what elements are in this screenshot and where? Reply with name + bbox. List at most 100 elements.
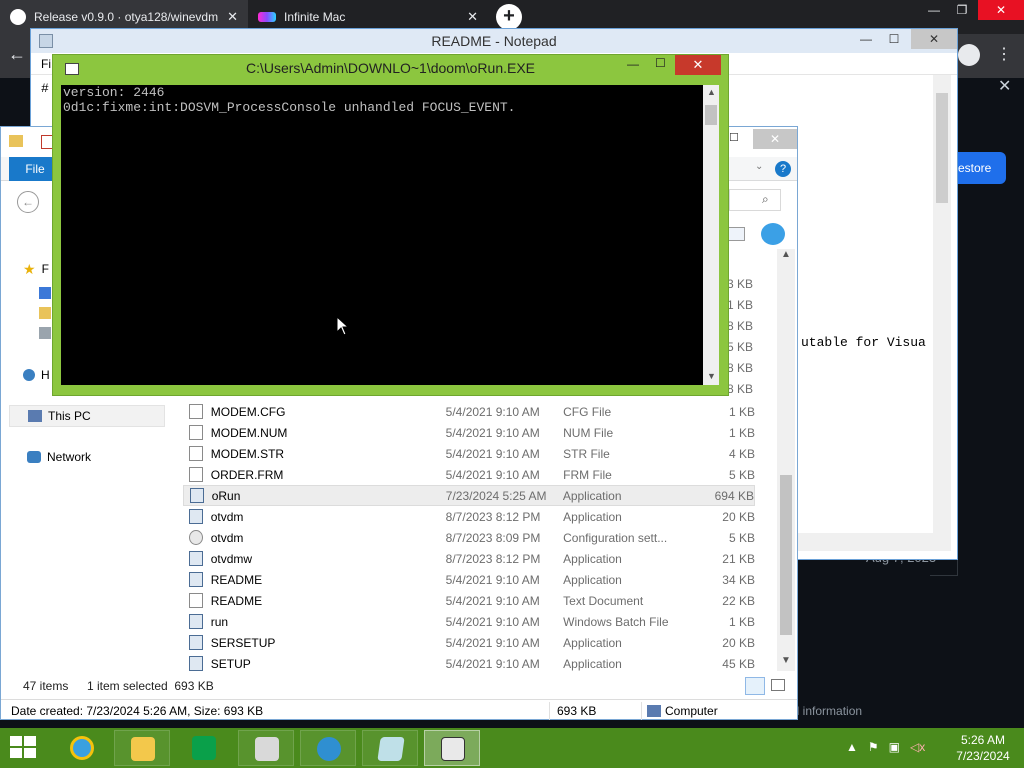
view-pane-icon[interactable] (727, 227, 745, 241)
folder-icon (131, 737, 155, 761)
file-row[interactable]: SETUP 5/4/2021 9:10 AM Application 45 KB (183, 653, 755, 674)
nav-favorites-label: F (41, 262, 49, 276)
file-name: run (210, 614, 229, 629)
scroll-down-icon[interactable]: ▼ (781, 655, 791, 666)
file-name: MODEM.CFG (210, 404, 286, 419)
file-type: Application (563, 656, 622, 671)
file-name: otvdmw (210, 551, 253, 566)
taskbar-store[interactable] (176, 730, 232, 766)
nav-network[interactable]: Network (23, 447, 91, 467)
text-document-icon (189, 593, 203, 608)
document-icon (189, 404, 203, 419)
file-name: otvdm (210, 509, 244, 524)
file-row[interactable]: SERSETUP 5/4/2021 9:10 AM Application 20… (183, 632, 755, 653)
start-button[interactable] (10, 736, 38, 760)
file-type: Configuration sett... (563, 530, 668, 545)
file-type: FRM File (563, 467, 612, 482)
scroll-up-icon[interactable]: ▲ (707, 87, 716, 97)
notepad-text: # (41, 81, 49, 96)
nav-homegroup[interactable]: H (23, 365, 50, 385)
file-type: Application (563, 572, 622, 587)
notepad-close-button[interactable]: ✕ (911, 29, 957, 49)
scrollbar-thumb[interactable] (780, 475, 792, 635)
file-row[interactable]: MODEM.CFG 5/4/2021 9:10 AM CFG File 1 KB (183, 401, 755, 422)
status-bar: 47 items 1 item selected 693 KB (1, 675, 797, 697)
taskbar-notepad[interactable] (362, 730, 418, 766)
nav-this-pc[interactable]: This PC (9, 405, 165, 427)
windows-logo-pane (10, 748, 22, 758)
taskbar-app-box[interactable] (238, 730, 294, 766)
desktop-icon[interactable] (39, 287, 51, 299)
file-row[interactable]: MODEM.STR 5/4/2021 9:10 AM STR File 4 KB (183, 443, 755, 464)
downloads-icon[interactable] (39, 307, 51, 319)
console-output[interactable]: version: 2446 0d1c:fixme:int:DOSVM_Proce… (61, 85, 703, 385)
file-type: STR File (563, 446, 610, 461)
file-row[interactable]: otvdmw 8/7/2023 8:12 PM Application 21 K… (183, 548, 755, 569)
tab-close-icon[interactable]: ✕ (467, 9, 478, 25)
legal-information-link[interactable]: al information (790, 704, 862, 718)
volume-muted-icon[interactable]: ◁x (910, 740, 925, 754)
browser-maximize-button[interactable]: ❐ (946, 0, 978, 20)
document-icon (189, 425, 203, 440)
console-close-button[interactable]: ✕ (675, 55, 721, 75)
console-scrollbar[interactable]: ▲ ▼ (703, 85, 719, 385)
file-size: 45 KB (722, 656, 755, 671)
taskbar: ▲ ⚑ ▣ ◁x 5:26 AM 7/23/2024 (0, 728, 1024, 768)
file-size: 5 KB (728, 467, 755, 482)
notepad-maximize-button[interactable]: ☐ (879, 29, 909, 49)
file-row[interactable]: otvdm 8/7/2023 8:12 PM Application 20 KB (183, 506, 755, 527)
nav-favorites[interactable]: ★ F (23, 259, 49, 279)
notepad-minimize-button[interactable]: — (851, 29, 881, 49)
file-date: 5/4/2021 9:10 AM (445, 593, 540, 608)
taskbar-console[interactable] (424, 730, 480, 766)
file-row[interactable]: run 5/4/2021 9:10 AM Windows Batch File … (183, 611, 755, 632)
show-hidden-icons-icon[interactable]: ▲ (846, 740, 858, 754)
taskbar-browser[interactable] (300, 730, 356, 766)
large-icons-view-icon[interactable] (771, 679, 785, 691)
console-minimize-button[interactable]: — (627, 57, 639, 71)
divider (641, 702, 642, 720)
file-row[interactable]: README 5/4/2021 9:10 AM Text Document 22… (183, 590, 755, 611)
profile-avatar-icon[interactable] (958, 44, 980, 66)
tab-close-icon[interactable]: ✕ (227, 9, 238, 25)
shell-icon[interactable] (761, 223, 785, 245)
close-icon[interactable]: ✕ (998, 76, 1011, 96)
taskbar-file-explorer[interactable] (114, 730, 170, 766)
back-button[interactable]: ← (17, 191, 39, 213)
file-row[interactable]: otvdm 8/7/2023 8:09 PM Configuration set… (183, 527, 755, 548)
help-icon[interactable]: ? (775, 161, 791, 177)
notepad-vertical-scrollbar[interactable] (933, 75, 951, 535)
scroll-up-icon[interactable]: ▲ (781, 249, 791, 260)
system-tray: ▲ ⚑ ▣ ◁x (846, 740, 925, 754)
notepad-menu-file[interactable]: Fi (41, 57, 51, 71)
console-maximize-button[interactable]: ☐ (655, 56, 666, 70)
file-row[interactable]: README 5/4/2021 9:10 AM Application 34 K… (183, 569, 755, 590)
network-status-icon[interactable]: ▣ (889, 740, 900, 754)
nav-homegroup-label: H (41, 368, 50, 382)
notepad-icon (377, 737, 405, 761)
file-type: Application (563, 551, 622, 566)
new-tab-button[interactable]: + (496, 4, 522, 30)
taskbar-internet-explorer[interactable] (54, 730, 110, 766)
clock[interactable]: 5:26 AM 7/23/2024 (948, 732, 1018, 764)
clock-time: 5:26 AM (960, 733, 1006, 747)
browser-close-button[interactable]: ✕ (978, 0, 1024, 20)
scroll-down-icon[interactable]: ▼ (707, 371, 716, 381)
file-list-scrollbar[interactable]: ▲ ▼ (777, 249, 795, 671)
explorer-close-button[interactable]: ✕ (753, 129, 797, 149)
flag-icon[interactable]: ⚑ (868, 740, 879, 754)
file-row[interactable]: ORDER.FRM 5/4/2021 9:10 AM FRM File 5 KB (183, 464, 755, 485)
mouse-cursor-icon (336, 316, 350, 336)
recent-places-icon[interactable] (39, 327, 51, 339)
file-row-selected[interactable]: oRun 7/23/2024 5:25 AM Application 694 K… (183, 485, 755, 506)
search-input[interactable]: ⌕ (729, 189, 781, 211)
explorer-maximize-button[interactable]: ☐ (729, 131, 739, 144)
scrollbar-thumb[interactable] (705, 105, 717, 125)
details-view-icon[interactable] (745, 677, 765, 695)
scrollbar-thumb[interactable] (936, 93, 948, 203)
back-arrow-icon[interactable]: ← (8, 44, 26, 65)
file-row[interactable]: MODEM.NUM 5/4/2021 9:10 AM NUM File 1 KB (183, 422, 755, 443)
search-icon: ⌕ (762, 192, 769, 206)
chevron-down-icon[interactable]: ⌄ (755, 161, 763, 172)
browser-menu-icon[interactable]: ⋮ (996, 44, 1012, 64)
